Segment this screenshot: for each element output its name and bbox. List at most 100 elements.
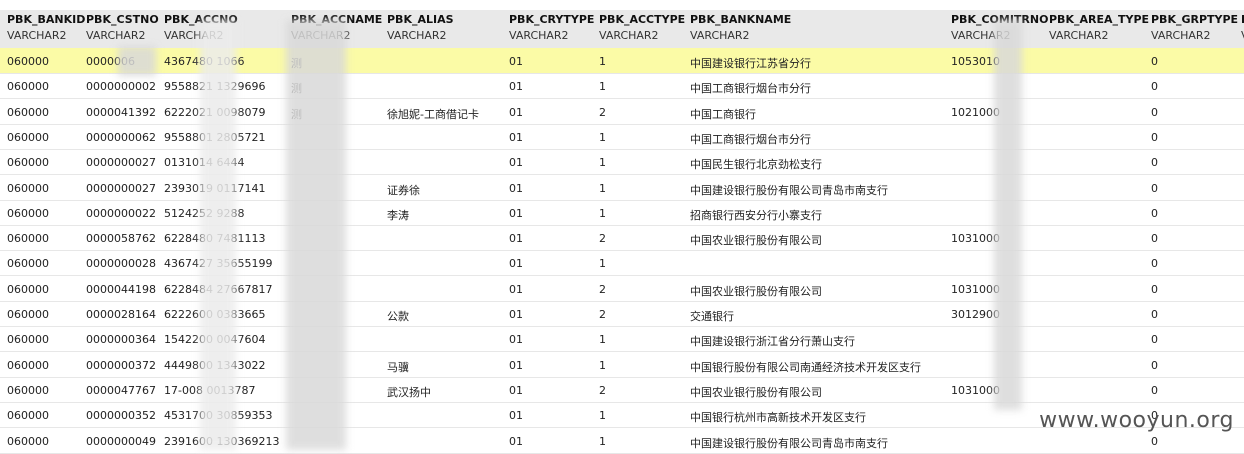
cell-crytype[interactable]: 01 [509,384,523,397]
cell-bankname[interactable]: 招商银行西安分行小寨支行 [690,207,822,223]
cell-acctype[interactable]: 2 [599,232,606,245]
cell-bankid[interactable]: 060000 [7,182,49,195]
column-header-pbk-cstno[interactable]: PBK_CSTNO VARCHAR2 [86,13,159,42]
cell-crytype[interactable]: 01 [509,308,523,321]
cell-bankname[interactable]: 中国工商银行烟台市分行 [690,131,811,147]
cell-cstno[interactable]: 0000000022 [86,207,156,220]
cell-acctype[interactable]: 1 [599,333,606,346]
cell-comitrno[interactable]: 3012900 [951,308,1000,321]
cell-crytype[interactable]: 01 [509,106,523,119]
cell-alias[interactable]: 李涛 [387,207,409,223]
cell-comitrno[interactable]: 1031000 [951,232,1000,245]
cell-bankname[interactable]: 中国农业银行股份有限公司 [690,232,822,248]
column-header-pbk-area-type[interactable]: PBK_AREA_TYPE VARCHAR2 [1049,13,1149,42]
cell-alias[interactable]: 证券徐 [387,182,420,198]
cell-alias[interactable]: 公款 [387,308,409,324]
cell-bankid[interactable]: 060000 [7,435,49,448]
cell-grp[interactable]: 0 [1151,384,1158,397]
cell-grp[interactable]: 0 [1151,156,1158,169]
cell-acctype[interactable]: 2 [599,106,606,119]
cell-comitrno[interactable]: 1031000 [951,283,1000,296]
cell-cstno[interactable]: 0000000027 [86,156,156,169]
cell-grp[interactable]: 0 [1151,131,1158,144]
cell-cstno[interactable]: 0000044198 [86,283,156,296]
cell-cstno[interactable]: 0000058762 [86,232,156,245]
cell-bankname[interactable]: 中国建设银行江苏省分行 [690,55,811,71]
cell-crytype[interactable]: 01 [509,182,523,195]
cell-grp[interactable]: 0 [1151,182,1158,195]
cell-cstno[interactable]: 0000041392 [86,106,156,119]
cell-bankname[interactable]: 中国农业银行股份有限公司 [690,384,822,400]
cell-cstno[interactable]: 0000000049 [86,435,156,448]
cell-grp[interactable]: 0 [1151,308,1158,321]
cell-cstno[interactable]: 0000000028 [86,257,156,270]
cell-crytype[interactable]: 01 [509,257,523,270]
table-row[interactable]: 060000 0000000372 4449800 1343022 马骥 01 1 中国银行… [0,352,1244,378]
cell-acctype[interactable]: 1 [599,80,606,93]
cell-crytype[interactable]: 01 [509,55,523,68]
cell-alias[interactable]: 马骥 [387,359,409,375]
cell-bankid[interactable]: 060000 [7,232,49,245]
column-header-pbk-grptype[interactable]: PBK_GRPTYPE VARCHAR2 [1151,13,1238,42]
cell-bankname[interactable]: 中国银行杭州市高新技术开发区支行 [690,409,866,425]
cell-cstno[interactable]: 0000000372 [86,359,156,372]
cell-cstno[interactable]: 0000000364 [86,333,156,346]
cell-acctype[interactable]: 1 [599,359,606,372]
cell-bankname[interactable]: 中国银行股份有限公司南通经济技术开发区支行 [690,359,921,375]
cell-acctype[interactable]: 1 [599,207,606,220]
table-row[interactable]: 060000 0000000028 4367427 35655199 01 1 0 [0,250,1244,277]
column-header-pbk-bankname[interactable]: PBK_BANKNAME VARCHAR2 [690,13,791,42]
cell-acctype[interactable]: 2 [599,283,606,296]
cell-bankid[interactable]: 060000 [7,156,49,169]
cell-grp[interactable]: 0 [1151,232,1158,245]
table-row[interactable]: 060000 0000044198 6228484 27667817 01 2 中国农业银… [0,276,1244,302]
cell-crytype[interactable]: 01 [509,283,523,296]
cell-grp[interactable]: 0 [1151,359,1158,372]
cell-bankid[interactable]: 060000 [7,333,49,346]
cell-bankid[interactable]: 060000 [7,359,49,372]
cell-alias[interactable]: 徐旭妮-工商借记卡 [387,106,479,122]
cell-grp[interactable]: 0 [1151,435,1158,448]
cell-crytype[interactable]: 01 [509,435,523,448]
cell-acctype[interactable]: 1 [599,182,606,195]
cell-bankid[interactable]: 060000 [7,308,49,321]
column-header-pbk-alias[interactable]: PBK_ALIAS VARCHAR2 [387,13,454,42]
table-row[interactable]: 06000000000000029558821 1329696测011中国工商银… [0,73,1244,100]
table-row[interactable]: 060000 0000000027 2393019 0117141 证券徐 01 1 中国建… [0,175,1244,201]
column-header-pbk-crytype[interactable]: PBK_CRYTYPE VARCHAR2 [509,13,594,42]
cell-acctype[interactable]: 2 [599,384,606,397]
cell-acctype[interactable]: 1 [599,131,606,144]
cell-cstno[interactable]: 0000028164 [86,308,156,321]
table-row[interactable]: 06000000000000225124252 9288李涛011招商银行西安分… [0,200,1244,226]
cell-grp[interactable]: 0 [1151,106,1158,119]
cell-cstno[interactable]: 0000047767 [86,384,156,397]
cell-bankname[interactable]: 中国建设银行股份有限公司青岛市南支行 [690,182,888,198]
cell-bankname[interactable]: 中国建设银行股份有限公司青岛市南支行 [690,435,888,451]
cell-bankid[interactable]: 060000 [7,409,49,422]
cell-grp[interactable]: 0 [1151,333,1158,346]
cell-bankid[interactable]: 060000 [7,257,49,270]
table-row[interactable]: 060000000004776717-008 0013787武汉扬中012中国农… [0,377,1244,403]
cell-acctype[interactable]: 1 [599,409,606,422]
cell-bankid[interactable]: 060000 [7,55,49,68]
cell-bankname[interactable]: 中国工商银行 [690,106,756,122]
cell-crytype[interactable]: 01 [509,207,523,220]
cell-bankid[interactable]: 060000 [7,131,49,144]
cell-crytype[interactable]: 01 [509,131,523,144]
cell-cstno[interactable]: 0000000352 [86,409,156,422]
cell-cstno[interactable]: 0000000062 [86,131,156,144]
cell-bankid[interactable]: 060000 [7,106,49,119]
cell-grp[interactable]: 0 [1151,283,1158,296]
cell-crytype[interactable]: 01 [509,333,523,346]
cell-crytype[interactable]: 01 [509,80,523,93]
cell-bankid[interactable]: 060000 [7,283,49,296]
cell-acctype[interactable]: 2 [599,308,606,321]
cell-bankname[interactable]: 中国建设银行浙江省分行萧山支行 [690,333,855,349]
table-row[interactable]: 060000 0000028164 6222600 0383665 公款 01 2 交通银行… [0,301,1244,327]
cell-acctype[interactable]: 1 [599,156,606,169]
cell-bankname[interactable]: 中国农业银行股份有限公司 [690,283,822,299]
cell-bankname[interactable]: 交通银行 [690,308,734,324]
cell-cstno[interactable]: 0000000002 [86,80,156,93]
table-row[interactable]: 06000000000413926222021 0098079测徐旭妮-工商借记… [0,99,1244,125]
cell-bankname[interactable]: 中国工商银行烟台市分行 [690,80,811,96]
